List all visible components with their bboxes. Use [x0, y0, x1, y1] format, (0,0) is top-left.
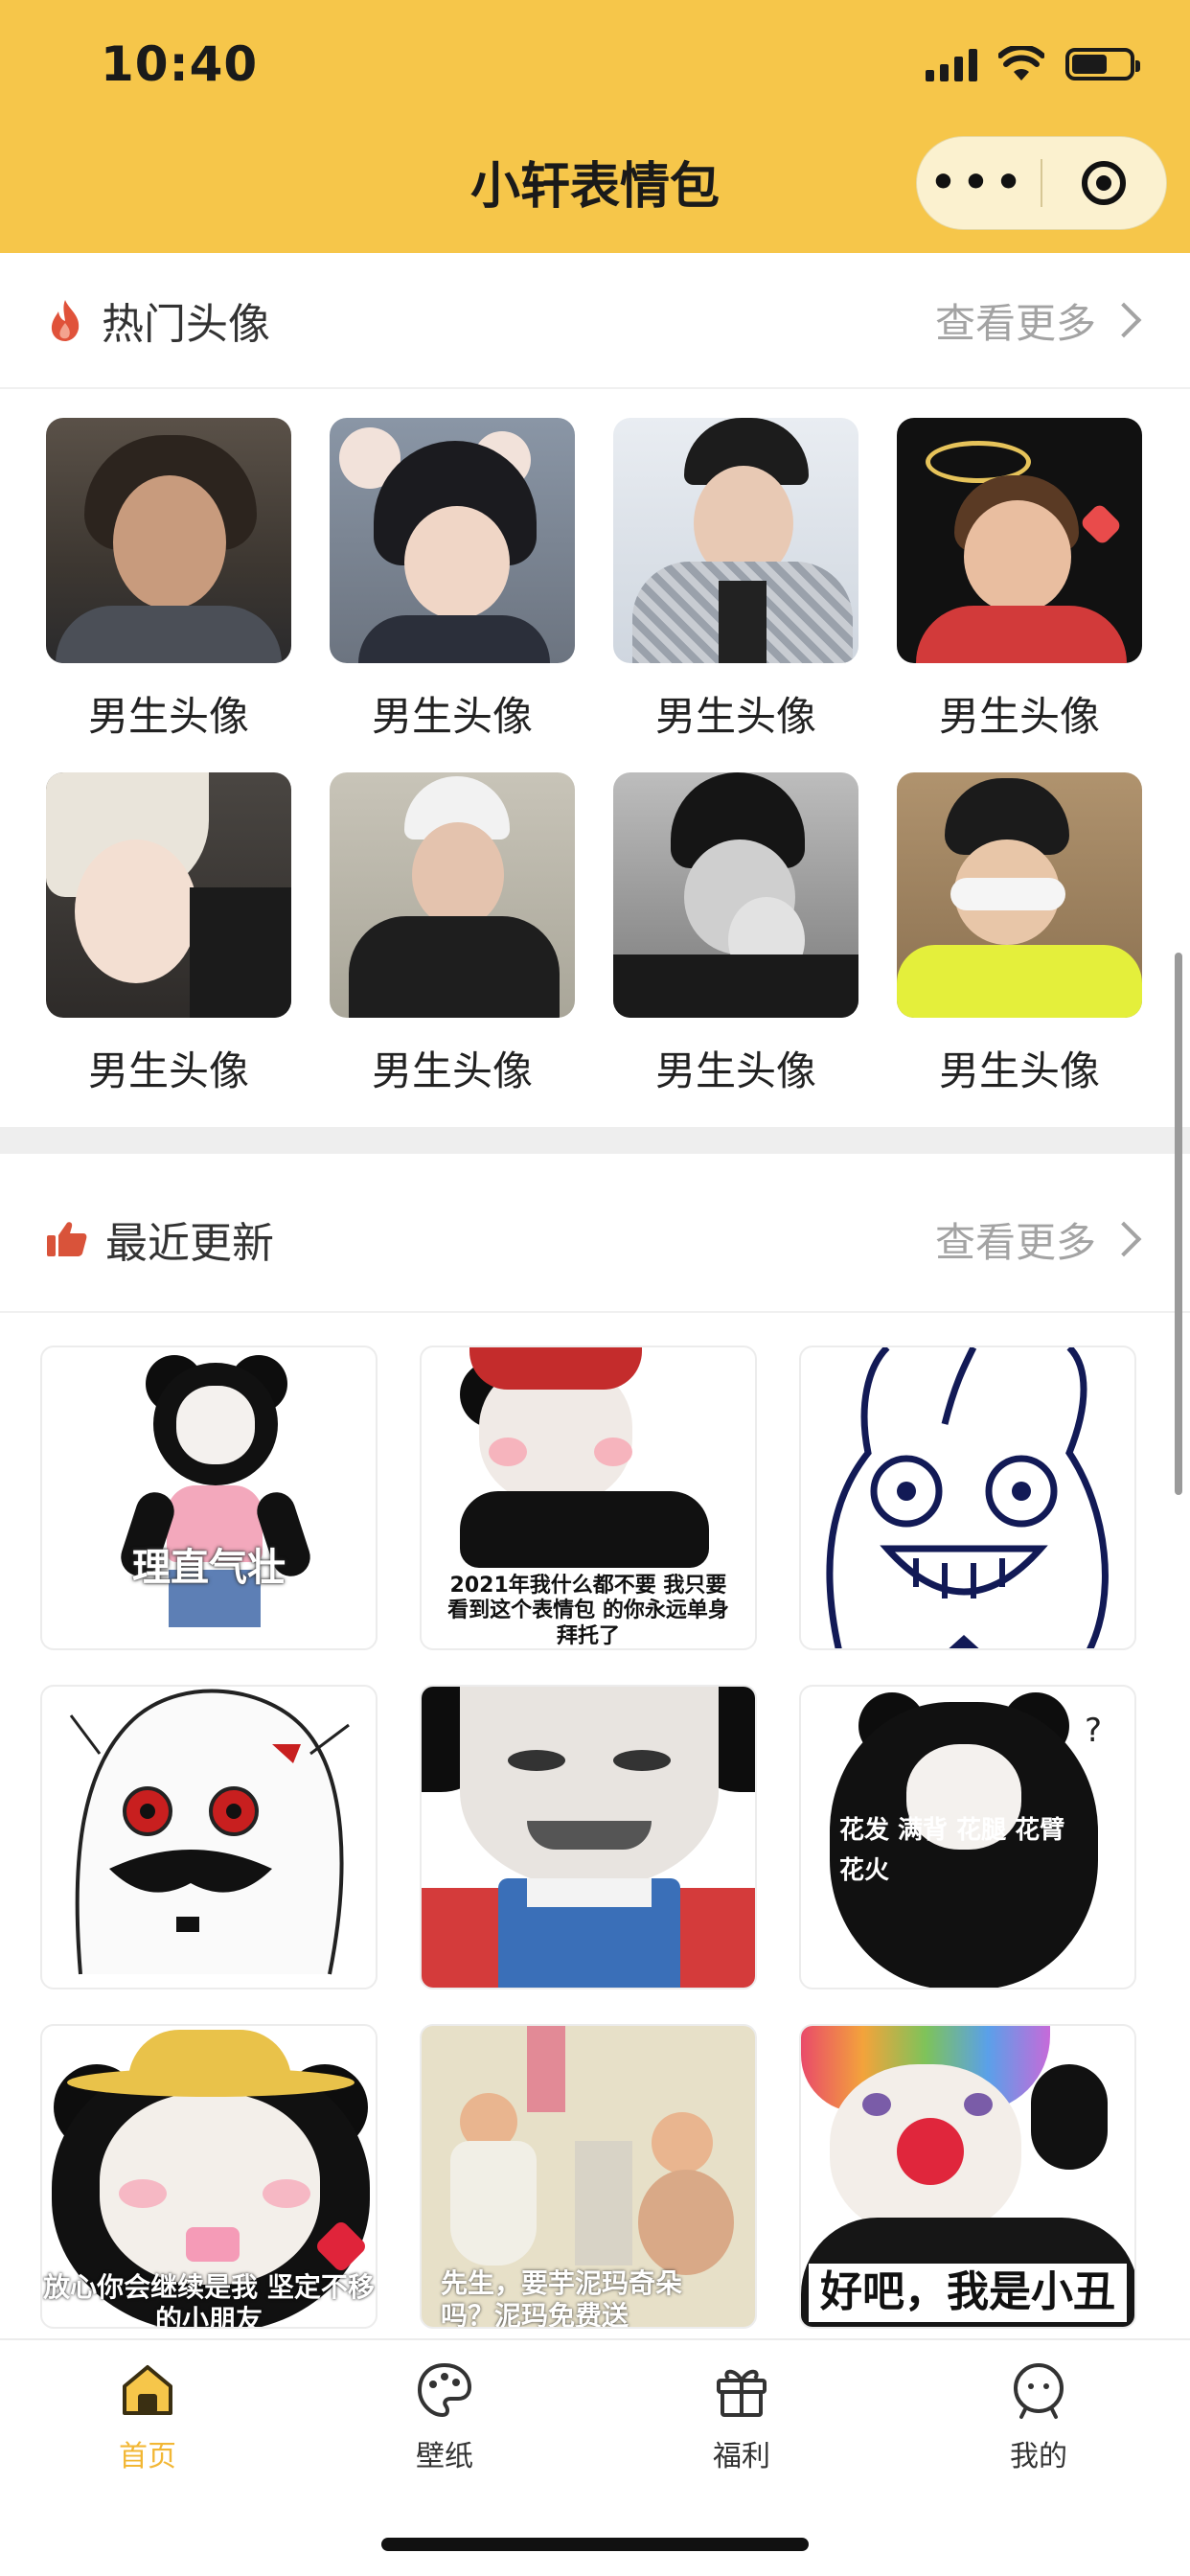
gift-icon — [711, 2359, 772, 2421]
tab-wallpaper[interactable]: 壁纸 — [349, 2359, 540, 2474]
more-menu-button[interactable]: ••• — [917, 162, 1041, 204]
avatar-label: 男生头像 — [938, 693, 1100, 740]
avatar-image — [46, 418, 291, 663]
more-label: 查看更多 — [934, 1218, 1096, 1266]
tab-label: 首页 — [119, 2440, 176, 2473]
status-icons — [926, 40, 1140, 88]
tab-mine[interactable]: 我的 — [943, 2359, 1134, 2474]
tab-welfare[interactable]: 福利 — [646, 2359, 837, 2474]
tab-label: 壁纸 — [416, 2440, 473, 2473]
avatar-item[interactable]: 男生头像 — [613, 418, 858, 743]
sticker-item[interactable]: 先生，要芋泥玛奇朵 吗？泥玛免费送 — [420, 2024, 757, 2329]
wifi-icon — [998, 46, 1044, 80]
tab-home[interactable]: 首页 — [52, 2359, 243, 2474]
avatar-label: 男生头像 — [87, 693, 249, 740]
sticker-item[interactable]: 2021年我什么都不要 我只要看到这个表情包 的你永远单身 拜托了 — [420, 1346, 757, 1650]
recent-more-link[interactable]: 查看更多 — [934, 1210, 1142, 1269]
flame-icon — [51, 300, 80, 341]
sticker-caption: 放心你会继续是我 坚定不移的小朋友 — [43, 2271, 375, 2329]
sticker-item[interactable] — [40, 1685, 378, 1990]
sticker-caption: 先生，要芋泥玛奇朵 吗？泥玛免费送 — [441, 2267, 683, 2329]
sticker-caption: 花发 满背 花腿 花臂 花火 — [839, 1816, 1065, 1885]
avatar-image — [897, 418, 1142, 663]
sticker-item[interactable] — [799, 1346, 1136, 1650]
tab-label: 福利 — [713, 2440, 770, 2473]
target-icon — [1082, 161, 1127, 205]
avatar-label: 男生头像 — [87, 1047, 249, 1094]
avatar-image — [330, 772, 575, 1018]
avatar-image — [897, 772, 1142, 1018]
sticker-item[interactable]: 花发 满背 花腿 花臂 花火 ? — [799, 1685, 1136, 1990]
hot-avatars-title: 热门头像 — [102, 300, 270, 349]
top-bar: 10:40 小轩表情包 ••• — [0, 0, 1190, 253]
avatar-image — [330, 418, 575, 663]
scrollbar[interactable] — [1175, 953, 1182, 1495]
avatar-item[interactable]: 男生头像 — [330, 772, 575, 1097]
hot-avatars-header: 热门头像 查看更多 — [0, 253, 1190, 389]
battery-icon — [1065, 48, 1140, 80]
sticker-image — [69, 1689, 350, 1975]
avatar-label: 男生头像 — [371, 1047, 533, 1094]
palette-icon — [414, 2359, 475, 2421]
sticker-item[interactable]: 好吧，我是小丑 — [799, 2024, 1136, 2329]
avatar-image — [46, 772, 291, 1018]
close-mini-program-button[interactable] — [1042, 161, 1166, 205]
recent-header: 最近更新 查看更多 — [0, 1167, 1190, 1313]
avatar-item[interactable]: 男生头像 — [897, 772, 1142, 1097]
user-icon — [1008, 2359, 1069, 2421]
avatar-item[interactable]: 男生头像 — [46, 418, 291, 743]
sticker-item[interactable] — [420, 1685, 757, 1990]
sticker-caption: 2021年我什么都不要 我只要看到这个表情包 的你永远单身 拜托了 — [447, 1574, 729, 1648]
avatar-label: 男生头像 — [938, 1047, 1100, 1094]
avatar-item[interactable]: 男生头像 — [46, 772, 291, 1097]
avatar-image — [613, 772, 858, 1018]
tab-label: 我的 — [1010, 2440, 1067, 2473]
recent-title: 最近更新 — [105, 1219, 274, 1268]
sticker-item[interactable]: 理直气壮 — [40, 1346, 378, 1650]
avatar-image — [613, 418, 858, 663]
sticker-item[interactable]: 放心你会继续是我 坚定不移的小朋友 — [40, 2024, 378, 2329]
home-indicator — [381, 2538, 809, 2551]
sticker-image — [826, 1347, 1109, 1648]
chevron-right-icon — [1106, 302, 1142, 338]
question-mark: ? — [1085, 1712, 1103, 1750]
chevron-right-icon — [1106, 1221, 1142, 1257]
status-time: 10:40 — [101, 36, 259, 92]
mini-program-capsule: ••• — [916, 136, 1167, 230]
avatar-item[interactable]: 男生头像 — [330, 418, 575, 743]
avatar-label: 男生头像 — [371, 693, 533, 740]
avatar-label: 男生头像 — [654, 693, 816, 740]
avatar-item[interactable]: 男生头像 — [613, 772, 858, 1097]
home-icon — [117, 2359, 178, 2421]
sticker-caption: 理直气壮 — [132, 1546, 286, 1590]
more-label: 查看更多 — [934, 299, 1096, 347]
hot-avatars-more-link[interactable]: 查看更多 — [934, 291, 1142, 350]
section-divider — [0, 1127, 1190, 1154]
thumbs-up-icon — [47, 1222, 87, 1256]
avatar-label: 男生头像 — [654, 1047, 816, 1094]
signal-icon — [926, 47, 977, 81]
sticker-caption: 好吧，我是小丑 — [809, 2264, 1127, 2322]
avatar-item[interactable]: 男生头像 — [897, 418, 1142, 743]
